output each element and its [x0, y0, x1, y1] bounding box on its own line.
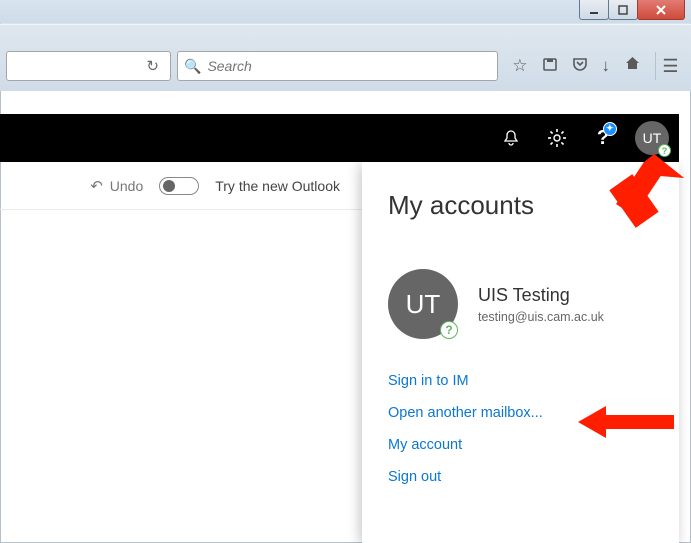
- avatar-initials: UT: [643, 130, 662, 146]
- window-close-button[interactable]: [637, 0, 685, 20]
- open-another-mailbox-link[interactable]: Open another mailbox...: [388, 405, 653, 421]
- search-input[interactable]: [207, 58, 491, 74]
- my-account-link[interactable]: My account: [388, 437, 653, 453]
- home-icon[interactable]: [624, 55, 641, 77]
- reload-button[interactable]: ↻: [137, 57, 165, 75]
- gear-icon: [547, 128, 567, 148]
- browser-toolbar: ↻ 🔍 ☆ ↓ ☰: [0, 24, 691, 91]
- try-new-outlook-toggle[interactable]: [159, 177, 199, 195]
- notifications-button[interactable]: [491, 114, 531, 162]
- search-icon: 🔍: [184, 58, 201, 75]
- settings-button[interactable]: [537, 114, 577, 162]
- window-chrome: [0, 0, 691, 24]
- my-accounts-flyout: My accounts ✕ UT UIS Testing testing@uis…: [362, 162, 679, 543]
- browser-menu-button[interactable]: ☰: [655, 52, 685, 80]
- library-icon[interactable]: [542, 56, 558, 77]
- profile-avatar: UT: [388, 269, 458, 339]
- flyout-close-button[interactable]: ✕: [635, 193, 653, 219]
- profile-name: UIS Testing: [478, 285, 604, 306]
- undo-label: Undo: [110, 178, 143, 194]
- hamburger-icon: ☰: [662, 56, 678, 77]
- close-icon: ✕: [635, 193, 653, 218]
- search-box[interactable]: 🔍: [177, 51, 498, 81]
- try-new-outlook-label: Try the new Outlook: [215, 178, 340, 194]
- avatar-initials: UT: [406, 289, 441, 320]
- reload-icon: ↻: [146, 58, 159, 75]
- downloads-icon[interactable]: ↓: [602, 56, 611, 76]
- presence-indicator: [440, 321, 458, 339]
- url-bar[interactable]: ↻: [6, 51, 171, 81]
- pocket-icon[interactable]: [572, 56, 588, 77]
- profile-email: testing@uis.cam.ac.uk: [478, 310, 604, 324]
- sign-in-to-im-link[interactable]: Sign in to IM: [388, 373, 653, 389]
- sign-out-link[interactable]: Sign out: [388, 469, 653, 485]
- flyout-title: My accounts: [388, 190, 534, 221]
- help-button[interactable]: ?: [583, 114, 623, 162]
- undo-icon: ↶: [90, 177, 103, 195]
- window-minimize-button[interactable]: [579, 0, 609, 20]
- account-links: Sign in to IM Open another mailbox... My…: [388, 373, 653, 485]
- presence-indicator: [658, 144, 671, 157]
- bell-icon: [502, 129, 520, 147]
- app-header: ? UT: [0, 114, 679, 162]
- whats-new-badge: [603, 122, 617, 136]
- command-bar: ↶ Undo Try the new Outlook: [0, 162, 362, 210]
- window-maximize-button[interactable]: [608, 0, 638, 20]
- toggle-knob: [163, 180, 175, 192]
- undo-button[interactable]: ↶ Undo: [90, 177, 143, 195]
- profile-block: UT UIS Testing testing@uis.cam.ac.uk: [388, 269, 653, 339]
- account-avatar-button[interactable]: UT: [635, 121, 669, 155]
- bookmark-icon[interactable]: ☆: [512, 56, 527, 76]
